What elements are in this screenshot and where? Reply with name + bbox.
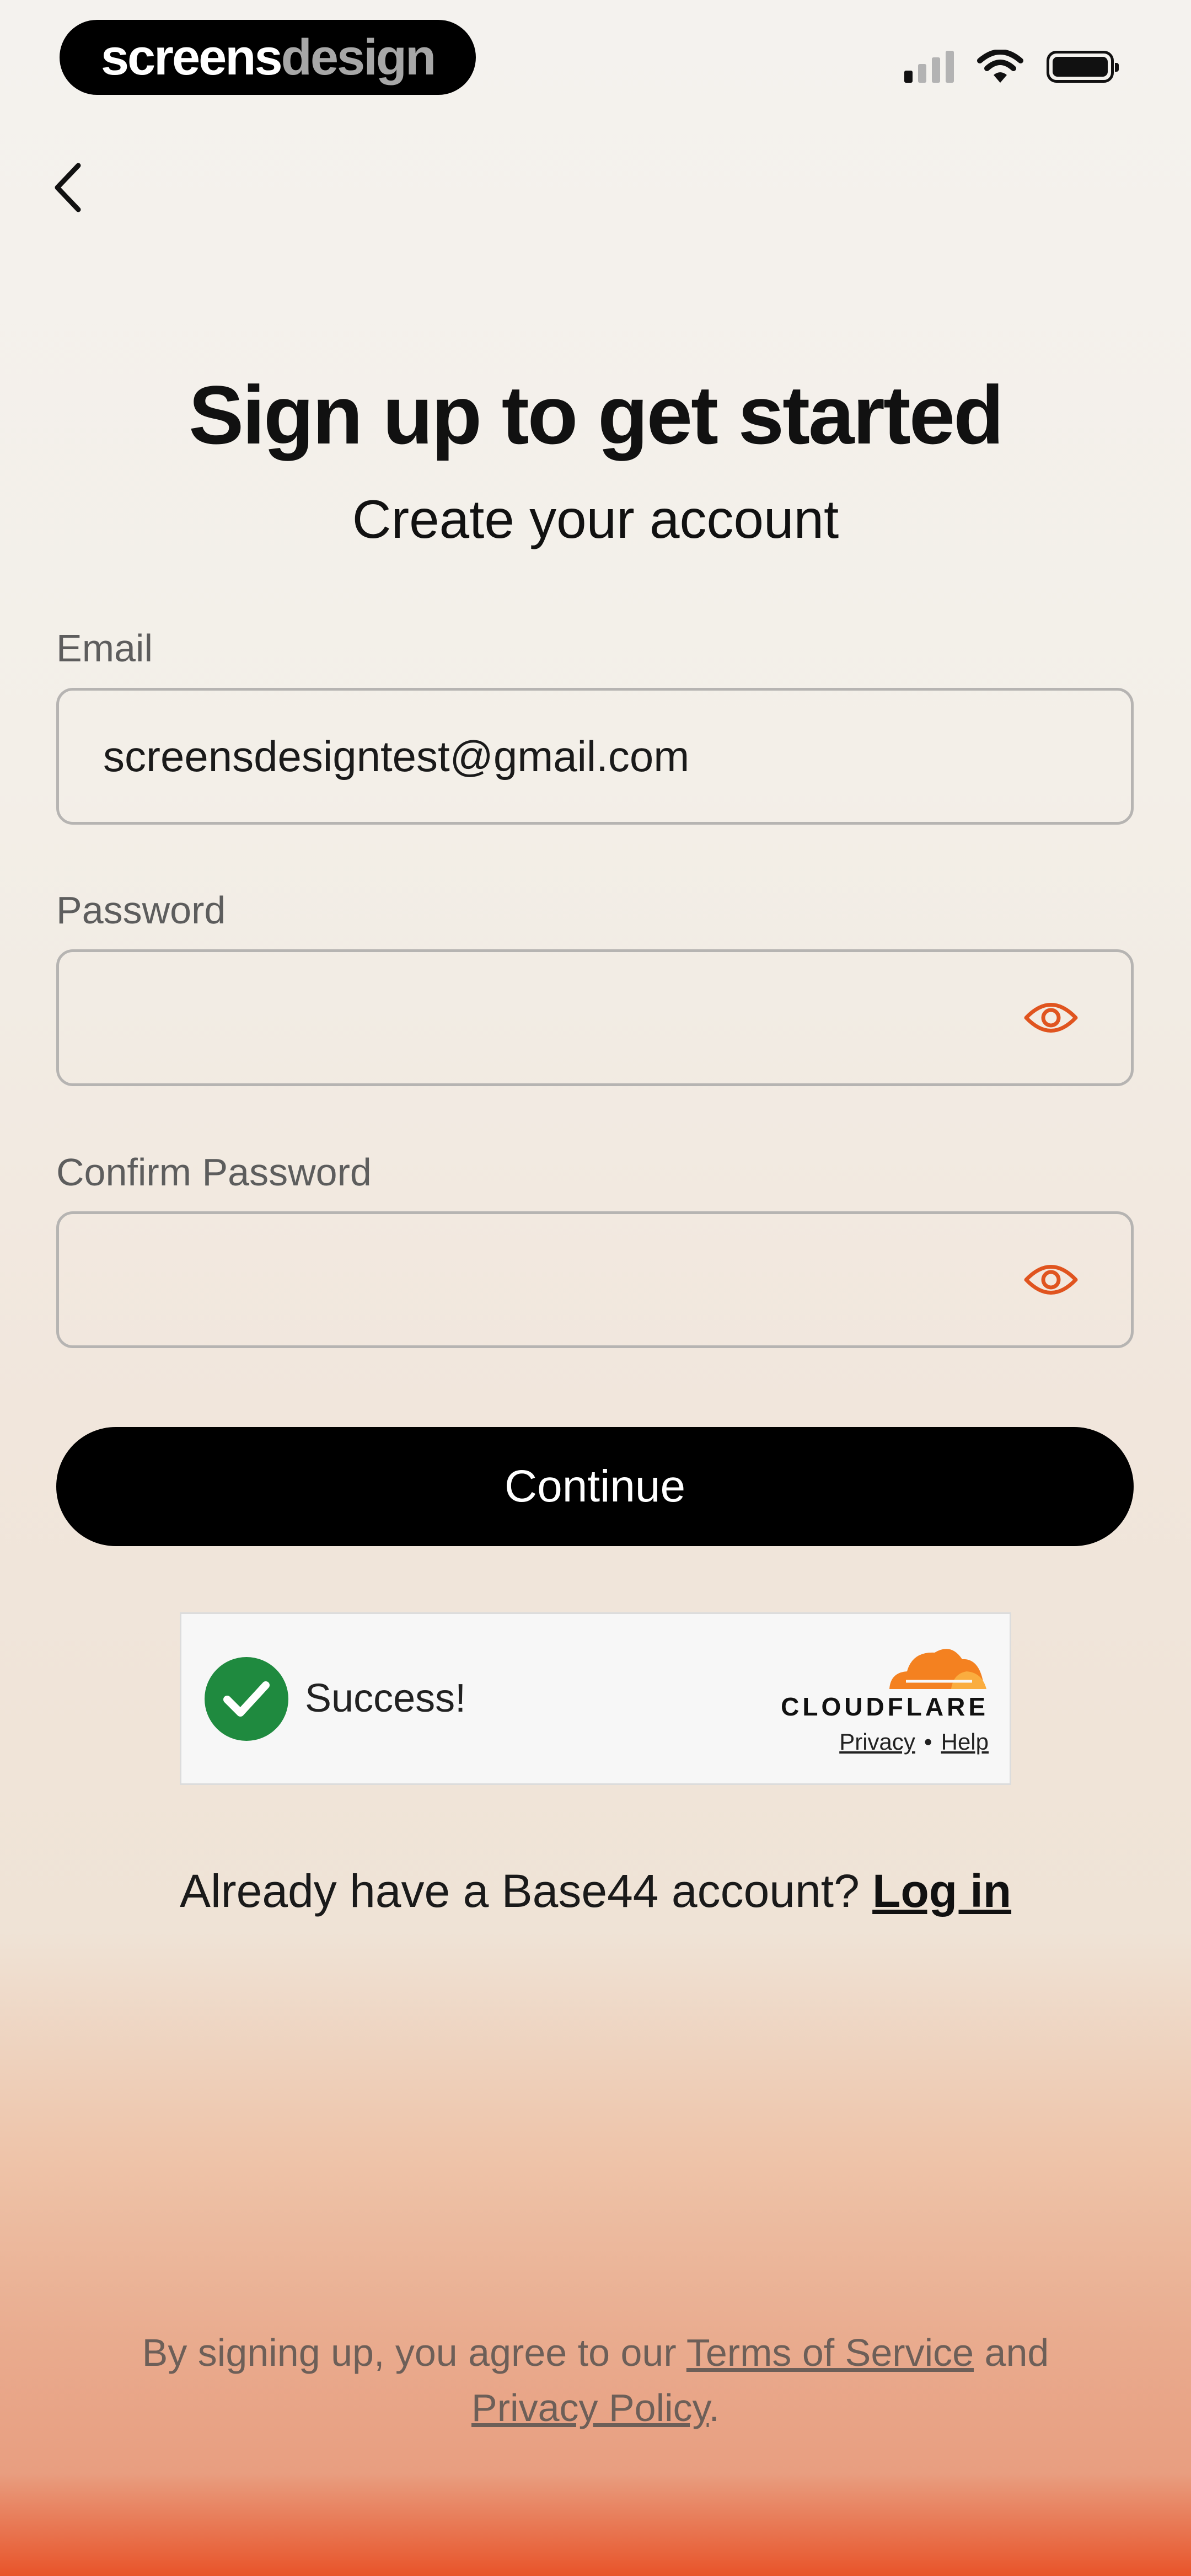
- cloud-icon: [889, 1649, 986, 1689]
- password-field[interactable]: [56, 949, 1134, 1086]
- confirm-password-label: Confirm Password: [56, 1151, 372, 1194]
- cloudflare-wordmark: CLOUDFLARE: [781, 1692, 989, 1721]
- battery-icon: [1047, 51, 1119, 83]
- login-prompt-text: Already have a Base44 account?: [179, 1865, 860, 1917]
- continue-button[interactable]: Continue: [56, 1427, 1134, 1546]
- login-prompt: Already have a Base44 account? Log in: [0, 1864, 1191, 1918]
- email-field[interactable]: screensdesigntest@gmail.com: [56, 688, 1134, 825]
- confirm-password-field[interactable]: [56, 1211, 1134, 1348]
- brand-logo: screens design: [60, 20, 476, 95]
- password-label: Password: [56, 889, 226, 932]
- brand-logo-part1: screens: [100, 29, 283, 85]
- cloudflare-logo: CLOUDFLARE: [757, 1640, 989, 1722]
- legal-and: and: [984, 2331, 1049, 2374]
- legal-notice: By signing up, you agree to our Terms of…: [88, 2325, 1103, 2435]
- page-subtitle: Create your account: [352, 489, 839, 549]
- captcha-status: Success!: [305, 1676, 466, 1720]
- eye-icon: [1024, 1265, 1078, 1295]
- captcha-links: Privacy • Help: [839, 1729, 989, 1755]
- legal-prefix: By signing up, you agree to our: [142, 2331, 677, 2374]
- captcha-help-link[interactable]: Help: [941, 1729, 989, 1755]
- captcha-link-separator: •: [924, 1729, 932, 1755]
- brand-logo-part2: design: [281, 29, 436, 85]
- chevron-left-icon: [55, 163, 81, 212]
- legal-suffix: .: [709, 2386, 720, 2429]
- confirm-password-visibility-toggle[interactable]: [1021, 1249, 1081, 1310]
- signal-icon: [904, 51, 954, 83]
- terms-of-service-link[interactable]: Terms of Service: [686, 2331, 974, 2374]
- success-check-icon: [205, 1657, 288, 1741]
- email-label: Email: [56, 627, 153, 670]
- captcha-privacy-link[interactable]: Privacy: [839, 1729, 915, 1755]
- status-icons: [904, 50, 1119, 84]
- eye-icon: [1024, 1003, 1078, 1033]
- password-visibility-toggle[interactable]: [1021, 987, 1081, 1048]
- page-title: Sign up to get started: [189, 368, 1004, 461]
- email-value: screensdesigntest@gmail.com: [103, 731, 690, 781]
- captcha-widget: Success! CLOUDFLARE Privacy • Help: [180, 1612, 1011, 1785]
- login-link[interactable]: Log in: [872, 1865, 1011, 1917]
- privacy-policy-link[interactable]: Privacy Policy: [471, 2386, 709, 2429]
- back-button[interactable]: [45, 154, 89, 221]
- wifi-icon: [977, 50, 1023, 83]
